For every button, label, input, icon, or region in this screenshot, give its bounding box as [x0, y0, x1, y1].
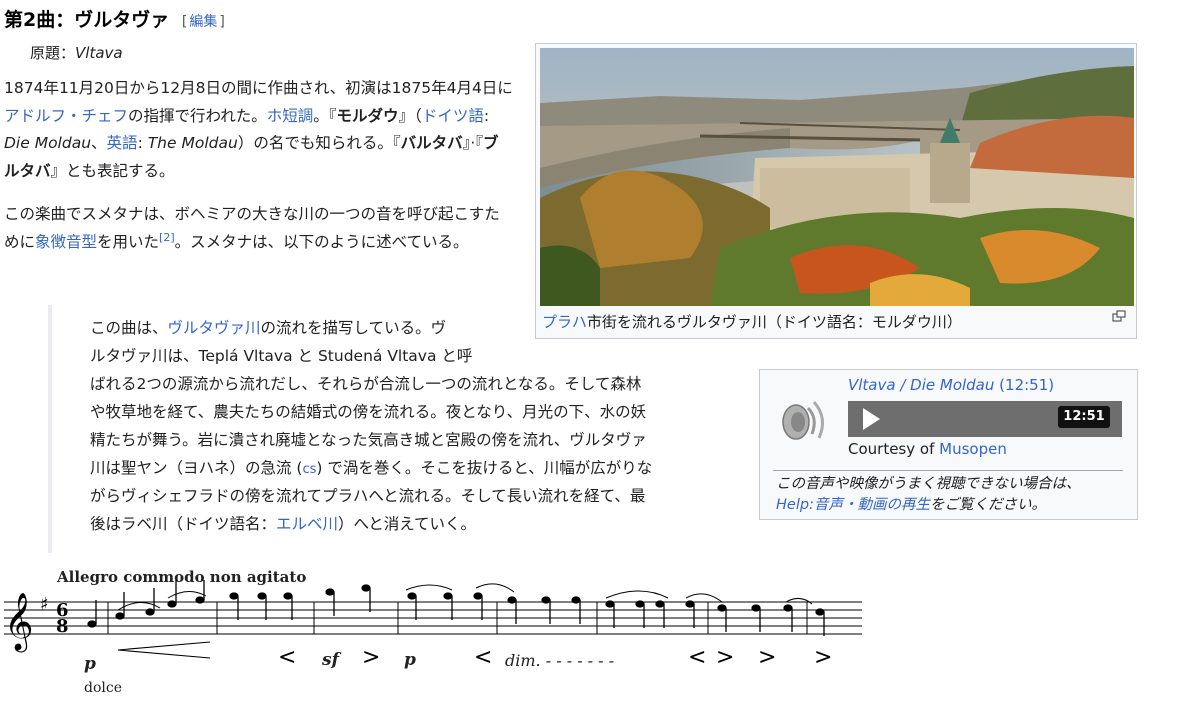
decrescendo-mark: > [716, 645, 735, 670]
audio-title-link[interactable]: Vltava / Die Moldau [848, 376, 994, 394]
link-vltava-river[interactable]: ヴルタヴァ川 [168, 319, 261, 337]
link-help-playback[interactable]: Help:音声・動画の再生 [776, 497, 930, 513]
decrescendo-mark: > [814, 645, 833, 670]
blockquote-bar [48, 305, 52, 553]
courtesy-text: Courtesy of Musopen [848, 440, 1007, 458]
paragraph-composition: 1874年11月20日から12月8日の間に作曲され、初演は1875年4月4日にア… [4, 79, 513, 180]
link-motif[interactable]: 象徴音型 [35, 233, 97, 251]
quote-line: 後はラベ川（ドイツ語名：エルベ川）へと消えていく。 [90, 515, 476, 533]
crescendo-mark: < [688, 645, 707, 670]
dynamic-sf: sf [322, 650, 339, 670]
crescendo-mark: < [278, 645, 297, 670]
dynamic-p-2: p [404, 650, 416, 670]
quote-line: ルタヴァ川は、Teplá Vltava と Studená Vltava と呼 [90, 347, 473, 365]
link-cs[interactable]: cs [302, 462, 316, 477]
dim-marking: dim. - - - - - - - [505, 651, 615, 670]
image-thumbnail [535, 43, 1137, 339]
link-elbe[interactable]: エルベ川 [276, 515, 338, 533]
quote-line: がらヴィシェフラドの傍を流れてプラハへと流れる。そして長い流れを経て、最 [90, 487, 646, 505]
play-icon[interactable] [863, 408, 880, 430]
audio-help-note: この音声や映像がうまく視聴できない場合は、 Help:音声・動画の再生をご覧くださ… [776, 476, 1081, 513]
reference-link[interactable]: [2] [159, 230, 175, 243]
dolce-marking: dolce [84, 680, 122, 696]
decrescendo-mark: > [758, 645, 777, 670]
image-caption: プラハ市街を流れるヴルタヴァ川（ドイツ語名：モルダウ川） [542, 313, 962, 331]
quote-line: 川は聖ヤン（ヨハネ）の急流 (cs) で渦を巻く。そこを抜けると、川幅が広がりな [90, 459, 653, 477]
paragraph-motif: この楽曲でスメタナは、ボヘミアの大きな川の一つの音を呼び起こすために象徴音型を用… [4, 205, 500, 251]
link-english[interactable]: 英語 [107, 134, 138, 152]
link-german[interactable]: ドイツ語 [422, 107, 484, 125]
section-title: 第2曲：ヴルタヴァ [4, 9, 170, 31]
link-conductor[interactable]: アドルフ・チェフ [4, 107, 128, 125]
divider [773, 470, 1123, 471]
link-musopen[interactable]: Musopen [939, 440, 1007, 458]
link-prague[interactable]: プラハ [542, 313, 587, 331]
original-title: 原題：Vltava [30, 44, 123, 62]
quote-line: 精たちが舞う。岩に潰され廃墟となった気高き城と宮殿の傍を流れ、ヴルタヴァ [90, 431, 647, 449]
audio-title: Vltava / Die Moldau (12:51) [848, 376, 1055, 394]
link-key[interactable]: ホ短調 [267, 107, 314, 125]
crescendo-mark: < [474, 645, 493, 670]
speaker-icon [782, 401, 825, 440]
svg-text:8: 8 [56, 616, 69, 637]
section-heading: 第2曲：ヴルタヴァ [編集] [4, 5, 225, 32]
svg-text:♯: ♯ [40, 594, 49, 615]
edit-link[interactable]: 編集 [189, 14, 217, 30]
quote-line: この曲は、ヴルタヴァ川の流れを描写している。ヴ [90, 319, 447, 337]
music-score: 𝄞 ♯ 6 8 [4, 580, 862, 659]
dynamic-p: p [84, 654, 96, 674]
prague-photo[interactable] [540, 48, 1134, 306]
svg-text:𝄞: 𝄞 [4, 592, 34, 653]
quote-line: や牧草地を経て、農夫たちの結婚式の傍を流れる。夜となり、月光の下、水の妖 [90, 403, 647, 421]
quote-line: ばれる2つの源流から流れだし、それらが合流し一つの流れとなる。そして森林 [90, 375, 642, 393]
duration-badge: 12:51 [1058, 406, 1110, 428]
magnify-icon[interactable] [1112, 310, 1126, 322]
edit-section: [編集] [181, 14, 225, 30]
decrescendo-mark: > [362, 645, 381, 670]
